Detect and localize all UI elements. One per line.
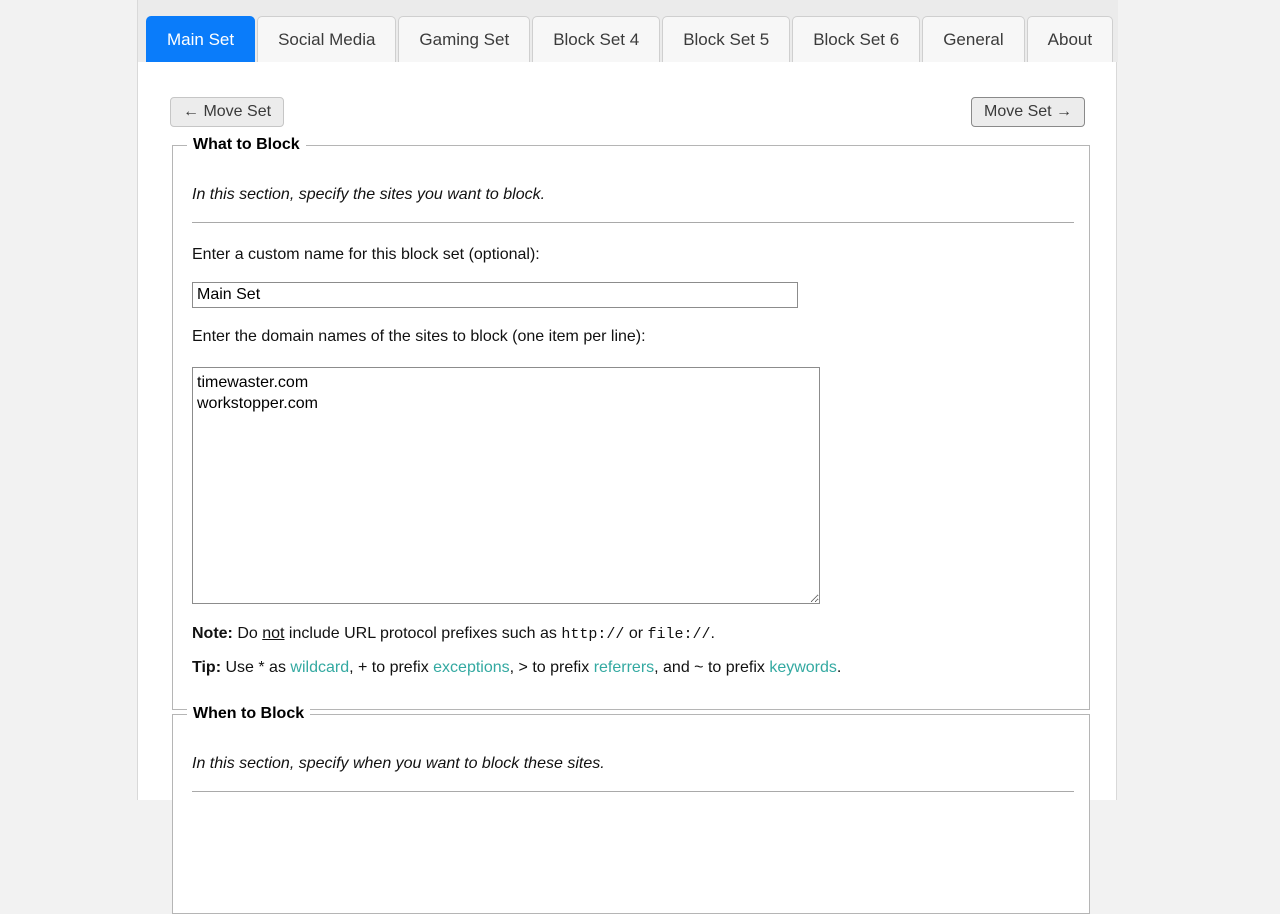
block-set-name-input[interactable]: [192, 282, 798, 308]
tab-main-set[interactable]: Main Set: [146, 16, 255, 62]
note-text-1: Do: [233, 625, 262, 642]
tip-keyword-keywords: keywords: [769, 659, 837, 676]
note-text-2: include URL protocol prefixes such as: [284, 625, 561, 642]
content-panel: Main SetSocial MediaGaming SetBlock Set …: [137, 0, 1117, 800]
tip-line: Tip: Use * as wildcard, + to prefix exce…: [192, 659, 841, 677]
tip-text-8: to prefix: [704, 659, 770, 676]
tip-symbol-tilde: ~: [694, 659, 703, 676]
tip-text-1: Use: [221, 659, 258, 676]
tip-keyword-wildcard: wildcard: [290, 659, 349, 676]
tip-text-6: to prefix: [528, 659, 594, 676]
tip-label: Tip:: [192, 659, 221, 676]
tab-about[interactable]: About: [1027, 16, 1113, 62]
tab-gaming-set[interactable]: Gaming Set: [398, 16, 530, 62]
page-root: Main SetSocial MediaGaming SetBlock Set …: [0, 0, 1280, 800]
tab-block-set-6[interactable]: Block Set 6: [792, 16, 920, 62]
note-text-3: or: [624, 625, 647, 642]
what-to-block-intro: In this section, specify the sites you w…: [192, 186, 545, 204]
what-to-block-legend: What to Block: [187, 136, 306, 154]
tip-text-5: ,: [510, 659, 519, 676]
tip-text-7: , and: [654, 659, 694, 676]
what-to-block-section: What to Block In this section, specify t…: [172, 145, 1090, 710]
note-line: Note: Do not include URL protocol prefix…: [192, 625, 715, 643]
domain-names-textarea[interactable]: timewaster.com workstopper.com: [192, 367, 820, 604]
tip-symbol-gt: >: [519, 659, 528, 676]
tip-keyword-exceptions: exceptions: [433, 659, 510, 676]
when-to-block-legend: When to Block: [187, 705, 310, 723]
tab-social-media[interactable]: Social Media: [257, 16, 396, 62]
tip-text-9: .: [837, 659, 841, 676]
when-to-block-intro: In this section, specify when you want t…: [192, 755, 605, 773]
block-set-name-label: Enter a custom name for this block set (…: [192, 246, 540, 264]
domain-names-label: Enter the domain names of the sites to b…: [192, 328, 646, 346]
what-to-block-divider: [192, 222, 1074, 223]
tip-text-2: as: [265, 659, 291, 676]
note-underline-not: not: [262, 625, 284, 642]
move-set-next-button[interactable]: Move Set →: [971, 97, 1085, 127]
when-to-block-section: When to Block In this section, specify w…: [172, 714, 1090, 914]
when-to-block-divider: [192, 791, 1074, 792]
move-set-prev-button[interactable]: ← Move Set: [170, 97, 284, 127]
note-mono-file: file://: [648, 626, 711, 643]
tab-bar: Main SetSocial MediaGaming SetBlock Set …: [138, 0, 1118, 62]
tip-text-4: to prefix: [367, 659, 433, 676]
tip-keyword-referrers: referrers: [594, 659, 654, 676]
note-label: Note:: [192, 625, 233, 642]
note-text-4: .: [711, 625, 715, 642]
note-mono-http: http://: [561, 626, 624, 643]
tab-general[interactable]: General: [922, 16, 1024, 62]
tip-symbol-plus: +: [358, 659, 367, 676]
tab-block-set-5[interactable]: Block Set 5: [662, 16, 790, 62]
tab-block-set-4[interactable]: Block Set 4: [532, 16, 660, 62]
tip-text-3: ,: [349, 659, 358, 676]
